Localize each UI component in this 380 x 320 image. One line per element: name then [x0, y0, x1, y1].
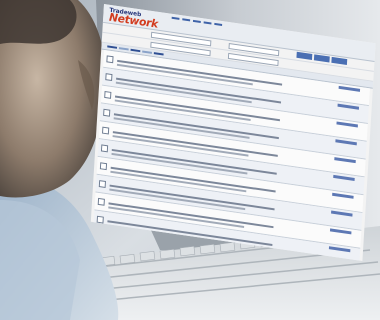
row-checkbox[interactable]	[97, 197, 105, 206]
row-checkbox[interactable]	[99, 162, 108, 171]
row-checkbox[interactable]	[98, 180, 106, 188]
top-navigation[interactable]	[171, 16, 223, 27]
monitor-screen: Tradeweb Network	[90, 4, 376, 261]
row-checkbox[interactable]	[100, 144, 109, 153]
monitor-screen-area: Tradeweb Network	[0, 0, 380, 320]
row-checkbox[interactable]	[104, 90, 112, 99]
row-checkbox[interactable]	[103, 108, 111, 117]
row-checkbox[interactable]	[96, 215, 104, 224]
row-checkbox[interactable]	[105, 73, 113, 82]
row-checkbox[interactable]	[106, 55, 114, 64]
row-checkbox[interactable]	[102, 126, 110, 135]
photo-scene: Tradeweb Network	[0, 0, 380, 320]
